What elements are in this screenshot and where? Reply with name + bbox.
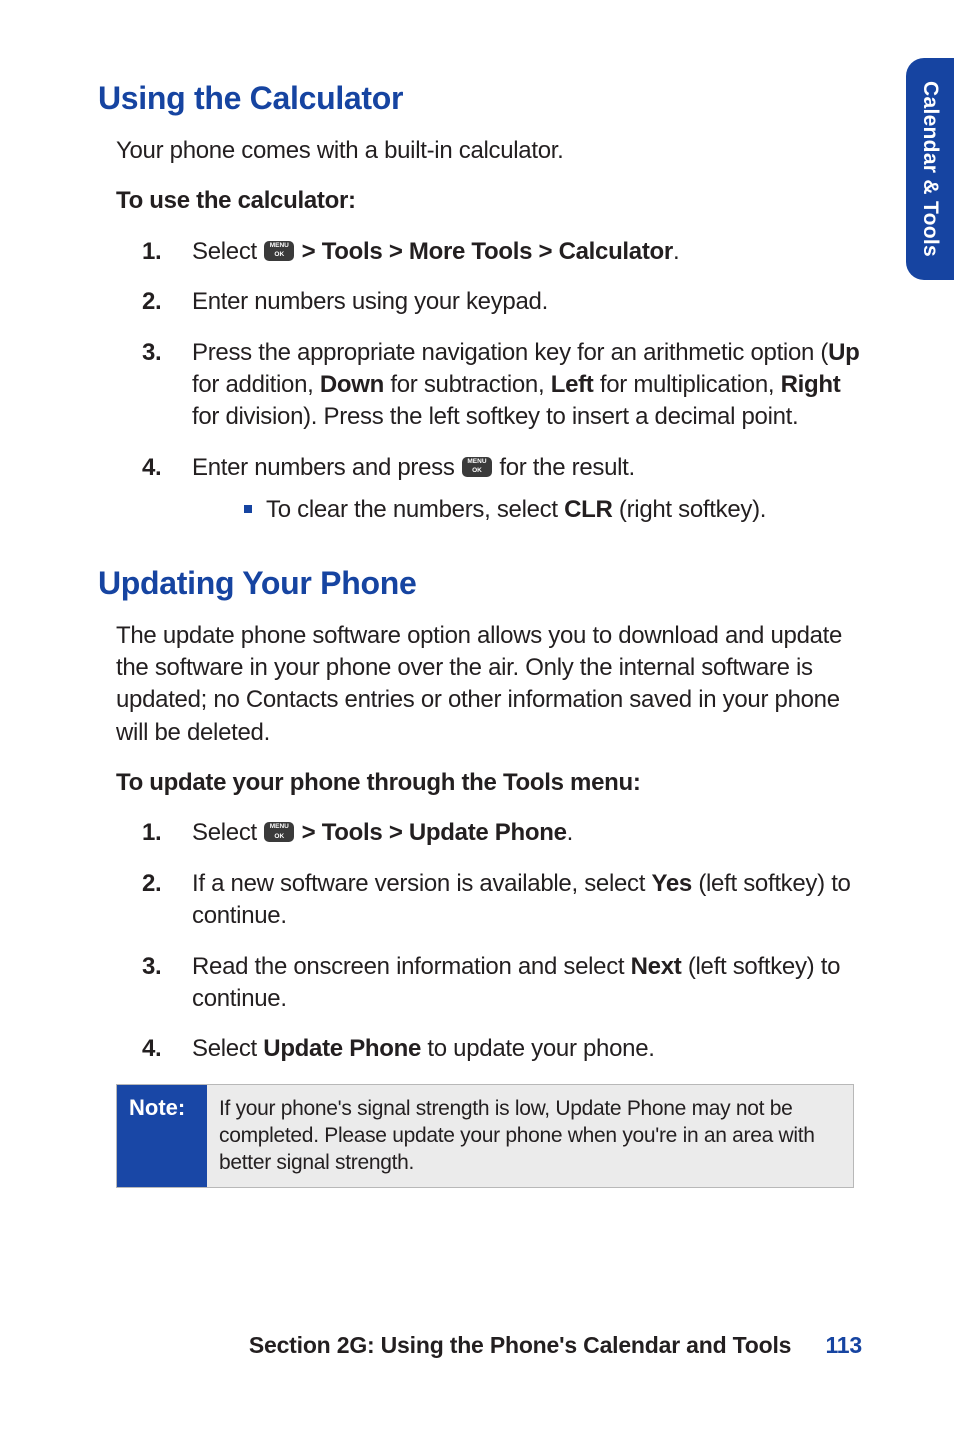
steps-updating: 1. Select > Tools > Update Phone. 2. If …: [142, 817, 864, 1065]
side-tab: Calendar & Tools: [906, 58, 954, 280]
step-text-pre: Select: [192, 819, 263, 846]
footer-page-number: 113: [825, 1332, 862, 1358]
note-label: Note:: [117, 1085, 207, 1187]
step-number: 2.: [142, 286, 161, 318]
step-number: 3.: [142, 951, 161, 983]
step-text: Read the onscreen information and select…: [192, 953, 840, 1012]
step-text: Press the appropriate navigation key for…: [192, 339, 860, 431]
step-1: 1. Select > Tools > Update Phone.: [142, 817, 864, 849]
step-text: Enter numbers using your keypad.: [192, 288, 548, 315]
steps-calculator: 1. Select > Tools > More Tools > Calcula…: [142, 236, 864, 527]
step-number: 4.: [142, 1033, 161, 1065]
bullet-item: To clear the numbers, select CLR (right …: [244, 494, 864, 526]
step-text: Select Update Phone to update your phone…: [192, 1035, 655, 1062]
menu-ok-icon: [462, 457, 492, 477]
step-number: 4.: [142, 452, 161, 484]
heading-calculator: Using the Calculator: [98, 80, 864, 117]
step-1: 1. Select > Tools > More Tools > Calcula…: [142, 236, 864, 268]
step-number: 2.: [142, 868, 161, 900]
step-text-pre: Select: [192, 238, 263, 265]
step-text-bold: > Tools > More Tools > Calculator: [295, 238, 673, 265]
note-text: If your phone's signal strength is low, …: [207, 1085, 853, 1187]
step-number: 3.: [142, 337, 161, 369]
intro-updating: The update phone software option allows …: [116, 620, 864, 750]
heading-updating: Updating Your Phone: [98, 565, 864, 602]
step-text-pre: Enter numbers and press: [192, 454, 461, 481]
step-text-tail: .: [673, 238, 679, 265]
step-text-tail: .: [567, 819, 573, 846]
step-number: 1.: [142, 817, 161, 849]
step-3: 3. Read the onscreen information and sel…: [142, 951, 864, 1016]
step-2: 2. Enter numbers using your keypad.: [142, 286, 864, 318]
step-text-tail: for the result.: [493, 454, 635, 481]
menu-ok-icon: [264, 822, 294, 842]
footer-section: Section 2G: Using the Phone's Calendar a…: [249, 1332, 791, 1358]
subhead-calculator: To use the calculator:: [116, 185, 864, 217]
step-text: If a new software version is available, …: [192, 870, 851, 929]
page-content: Using the Calculator Your phone comes wi…: [0, 0, 954, 1188]
subhead-updating: To update your phone through the Tools m…: [116, 767, 864, 799]
step-number: 1.: [142, 236, 161, 268]
page-footer: Section 2G: Using the Phone's Calendar a…: [249, 1332, 862, 1359]
step-2: 2. If a new software version is availabl…: [142, 868, 864, 933]
menu-ok-icon: [264, 241, 294, 261]
step-4: 4. Select Update Phone to update your ph…: [142, 1033, 864, 1065]
side-tab-label: Calendar & Tools: [918, 81, 942, 257]
step-text-bold: > Tools > Update Phone: [295, 819, 566, 846]
step-3: 3. Press the appropriate navigation key …: [142, 337, 864, 434]
intro-calculator: Your phone comes with a built-in calcula…: [116, 135, 864, 167]
note-box: Note: If your phone's signal strength is…: [116, 1084, 854, 1188]
bullet-list: To clear the numbers, select CLR (right …: [244, 494, 864, 526]
step-4: 4. Enter numbers and press for the resul…: [142, 452, 864, 527]
